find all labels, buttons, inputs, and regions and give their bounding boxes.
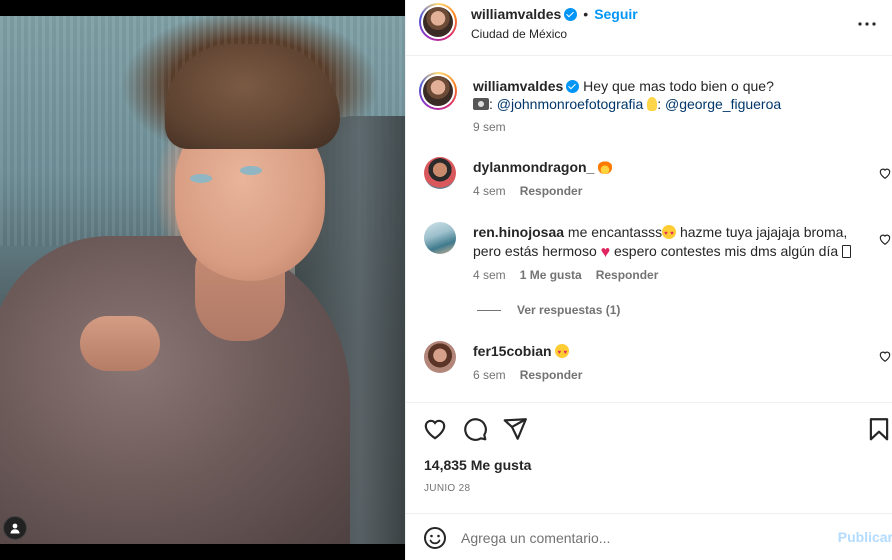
- photo-hand: [80, 316, 160, 371]
- reply-button[interactable]: Responder: [596, 268, 659, 282]
- author-username[interactable]: williamvaldes: [471, 6, 561, 22]
- commenter-avatar[interactable]: [424, 222, 456, 254]
- commenter-avatar[interactable]: [424, 157, 456, 189]
- post-header: williamvaldes • Seguir Ciudad de México: [406, 0, 892, 56]
- comment-meta: 4 sem Responder: [473, 184, 596, 198]
- post-side-panel: williamvaldes • Seguir Ciudad de México wi…: [405, 0, 892, 560]
- publish-comment-button[interactable]: Publicar: [838, 529, 892, 545]
- heart-eyes-emoji-icon: [662, 225, 677, 244]
- mention-stylist[interactable]: @george_figueroa: [665, 96, 781, 112]
- comment-like-heart-icon[interactable]: [878, 349, 892, 363]
- verified-badge-icon: [566, 80, 580, 93]
- photo-eye-left: [190, 174, 212, 183]
- comment-like-heart-icon[interactable]: [878, 232, 892, 246]
- photo-eye-right: [240, 166, 262, 175]
- comment-icon[interactable]: [462, 416, 488, 442]
- comment-time[interactable]: 4 sem: [473, 268, 506, 282]
- commenter-username[interactable]: fer15cobian: [473, 343, 552, 359]
- view-replies-label: Ver respuestas (1): [517, 303, 621, 317]
- post-actions-bar: [406, 402, 892, 457]
- author-name-row: williamvaldes • Seguir: [471, 6, 638, 22]
- author-avatar[interactable]: [419, 3, 457, 41]
- fire-emoji-icon: [598, 160, 613, 174]
- mention-photographer[interactable]: @johnmonroefotografia: [497, 96, 644, 112]
- tagged-users-button[interactable]: [3, 516, 27, 540]
- caption-timestamp[interactable]: 9 sem: [473, 120, 506, 134]
- comment-input[interactable]: [461, 526, 821, 550]
- reply-button[interactable]: Responder: [520, 184, 583, 198]
- comment-body-c: espero contestes mis dms algún día: [614, 243, 839, 259]
- comment-text: fer15cobian: [473, 342, 863, 363]
- post-photo[interactable]: [0, 16, 405, 544]
- comment-body-a: me encantasss: [567, 224, 663, 240]
- separator-dot: •: [583, 6, 589, 22]
- caption-line: Hey que mas todo bien o que?: [583, 78, 774, 94]
- verified-badge-icon: [564, 8, 578, 21]
- photo-shirt: [0, 236, 350, 544]
- post-date[interactable]: JUNIO 28: [424, 483, 470, 494]
- likes-count[interactable]: 14,835 Me gusta: [424, 457, 531, 473]
- more-options-button[interactable]: [855, 12, 879, 36]
- emoji-picker-icon[interactable]: [423, 526, 447, 550]
- reply-button[interactable]: Responder: [520, 368, 583, 382]
- heart-icon[interactable]: [422, 416, 448, 442]
- red-heart-emoji-icon: ♥: [600, 244, 611, 261]
- comment-likes[interactable]: 1 Me gusta: [520, 268, 582, 282]
- caption-sep: :: [657, 96, 662, 112]
- comment-time[interactable]: 6 sem: [473, 368, 506, 382]
- commenter-avatar[interactable]: [424, 341, 456, 373]
- view-replies-button[interactable]: Ver respuestas (1): [477, 303, 620, 317]
- heart-eyes-emoji-icon: [555, 344, 570, 363]
- post-location[interactable]: Ciudad de México: [471, 27, 567, 41]
- caption-sep: :: [489, 96, 493, 112]
- caption-text: williamvaldes Hey que mas todo bien o qu…: [473, 77, 873, 113]
- lightbulb-emoji-icon: [647, 97, 658, 111]
- camera-emoji-icon: [473, 98, 489, 110]
- user-icon: [10, 523, 20, 534]
- more-horizontal-icon: [858, 22, 876, 26]
- comment-text: dylanmondragon_: [473, 158, 863, 177]
- post-media-pane: [0, 0, 405, 560]
- caption-author-avatar[interactable]: [419, 72, 457, 110]
- caption-author-username[interactable]: williamvaldes: [473, 78, 563, 94]
- comment-text: ren.hinojosaa me encantasss hazme tuya j…: [473, 223, 863, 262]
- comment-meta: 4 sem 1 Me gusta Responder: [473, 268, 672, 282]
- comment-meta: 6 sem Responder: [473, 368, 596, 382]
- commenter-username[interactable]: dylanmondragon_: [473, 159, 594, 175]
- comment-time[interactable]: 4 sem: [473, 184, 506, 198]
- add-comment-bar: Publicar: [406, 513, 892, 560]
- replies-divider-line: [477, 309, 501, 311]
- unknown-glyph-icon: [842, 245, 852, 258]
- bookmark-icon[interactable]: [866, 416, 892, 442]
- commenter-username[interactable]: ren.hinojosaa: [473, 224, 564, 240]
- follow-button[interactable]: Seguir: [594, 6, 638, 22]
- comment-like-heart-icon[interactable]: [878, 166, 892, 180]
- share-icon[interactable]: [502, 416, 528, 442]
